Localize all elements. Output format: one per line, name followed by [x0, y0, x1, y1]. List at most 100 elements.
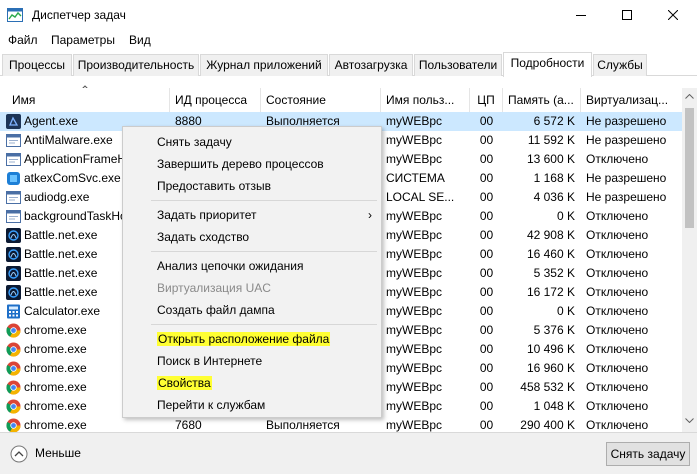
cell-mem: 290 400 K: [520, 418, 575, 432]
cell-mem: 1 048 K: [533, 399, 575, 413]
tab-details[interactable]: Подробности: [503, 52, 592, 77]
table-row[interactable]: chrome.exe 7680 Выполняется myWEBpc 00 290 40…: [0, 416, 682, 432]
process-window-icon: [6, 134, 21, 147]
window-title: Диспетчер задач: [32, 8, 126, 22]
menu-item-end-process-tree[interactable]: Завершить дерево процессов: [157, 155, 324, 173]
menu-options[interactable]: Параметры: [51, 33, 115, 47]
menu-item-label: Создать файл дампа: [157, 303, 275, 317]
scroll-down-icon[interactable]: [685, 418, 694, 423]
menu-item-label: Задать сходство: [157, 230, 250, 244]
menu-item-uac-virtualization: Виртуализация UAC: [157, 279, 271, 297]
cell-virt: Отключено: [586, 247, 649, 261]
cell-user: myWEBpc: [386, 209, 443, 223]
vertical-scrollbar[interactable]: [682, 88, 697, 432]
menu-item-end-task[interactable]: Снять задачу: [157, 133, 232, 151]
menu-item-go-to-services[interactable]: Перейти к службам: [157, 396, 265, 414]
menu-item-create-dump[interactable]: Создать файл дампа: [157, 301, 275, 319]
cell-user: myWEBpc: [386, 380, 443, 394]
cell-mem: 458 532 K: [520, 380, 575, 394]
column-pid[interactable]: ИД процесса: [170, 88, 261, 112]
cell-virt: Отключено: [586, 418, 649, 432]
minimize-button[interactable]: [558, 0, 604, 30]
menu-item-analyze-wait-chain[interactable]: Анализ цепочки ожидания: [157, 257, 303, 275]
menu-item-properties[interactable]: Свойства: [157, 374, 212, 392]
cell-cpu: 00: [479, 266, 494, 280]
tab-startup[interactable]: Автозагрузка: [329, 54, 413, 76]
menu-item-label: Анализ цепочки ожидания: [157, 259, 304, 273]
tab-users[interactable]: Пользователи: [414, 54, 502, 76]
column-user[interactable]: Имя польз...: [381, 88, 470, 112]
cell-virt: Отключено: [586, 342, 649, 356]
tab-performance[interactable]: Производительность: [73, 54, 199, 76]
column-state[interactable]: Состояние: [261, 88, 381, 112]
column-cpu[interactable]: ЦП: [470, 88, 503, 112]
column-virtualization[interactable]: Виртуализац...: [581, 88, 682, 112]
cell-user: myWEBpc: [386, 152, 443, 166]
tab-processes[interactable]: Процессы: [2, 54, 72, 76]
context-menu: Снять задачу Завершить дерево процессов …: [122, 126, 382, 418]
maximize-icon: [622, 10, 632, 20]
menu-item-search-online[interactable]: Поиск в Интернете: [157, 352, 262, 370]
cell-mem: 11 592 K: [527, 133, 575, 147]
column-name[interactable]: Имя: [0, 88, 170, 112]
cell-user: myWEBpc: [386, 399, 443, 413]
cell-cpu: 00: [479, 133, 494, 147]
process-chrome-icon: [6, 361, 21, 376]
cell-mem: 0 K: [556, 209, 575, 223]
menu-item-open-file-location[interactable]: Открыть расположение файла: [157, 330, 331, 348]
fewer-details-link[interactable]: Меньше: [35, 446, 81, 460]
cell-cpu: 00: [479, 323, 494, 337]
task-manager-icon: [7, 8, 23, 22]
menu-item-label: Поиск в Интернете: [157, 354, 263, 368]
process-window-icon: [6, 191, 21, 204]
process-battle-icon: [6, 285, 21, 300]
tab-services[interactable]: Службы: [593, 54, 647, 76]
process-battle-icon: [6, 228, 21, 243]
menu-view[interactable]: Вид: [129, 33, 151, 47]
column-memory[interactable]: Память (а...: [503, 88, 581, 112]
menu-item-feedback[interactable]: Предоставить отзыв: [157, 177, 271, 195]
scroll-thumb[interactable]: [685, 108, 694, 228]
process-battle-icon: [6, 247, 21, 262]
maximize-button[interactable]: [604, 0, 650, 30]
scroll-up-icon[interactable]: [685, 94, 694, 99]
process-blue-icon: [7, 172, 20, 185]
cell-name: chrome.exe: [24, 418, 87, 432]
cell-user: myWEBpc: [386, 133, 443, 147]
cell-mem: 16 172 K: [526, 285, 575, 299]
menu-file[interactable]: Файл: [8, 33, 38, 47]
cell-virt: Отключено: [586, 380, 649, 394]
end-task-button[interactable]: Снять задачу: [606, 442, 690, 466]
process-dark-icon: [6, 114, 21, 129]
collapse-chevron-icon[interactable]: [10, 445, 28, 463]
close-button[interactable]: [650, 0, 696, 30]
cell-cpu: 00: [479, 342, 494, 356]
menu-item-set-affinity[interactable]: Задать сходство: [157, 228, 249, 246]
submenu-arrow-icon: ›: [368, 208, 372, 222]
tab-app-history[interactable]: Журнал приложений: [200, 54, 328, 76]
menu-item-label: Виртуализация UAC: [157, 281, 271, 295]
menu-item-label: Снять задачу: [157, 135, 232, 149]
cell-cpu: 00: [479, 171, 494, 185]
cell-user: myWEBpc: [386, 323, 443, 337]
cell-user: myWEBpc: [386, 304, 443, 318]
cell-cpu: 00: [479, 228, 494, 242]
cell-mem: 16 960 K: [526, 361, 575, 375]
cell-state: Выполняется: [266, 418, 340, 432]
cell-user: LOCAL SE...: [386, 190, 455, 204]
cell-virt: Не разрешено: [586, 190, 667, 204]
cell-cpu: 00: [479, 114, 494, 128]
minimize-icon: [576, 15, 586, 16]
cell-user: myWEBpc: [386, 418, 443, 432]
cell-mem: 13 600 K: [526, 152, 575, 166]
cell-virt: Отключено: [586, 152, 649, 166]
menu-separator: [151, 200, 377, 201]
cell-user: myWEBpc: [386, 247, 443, 261]
cell-cpu: 00: [479, 304, 494, 318]
menu-item-set-priority[interactable]: Задать приоритет ›: [157, 206, 372, 224]
cell-virt: Не разрешено: [586, 133, 667, 147]
process-chrome-icon: [6, 323, 21, 338]
cell-mem: 16 460 K: [526, 247, 575, 261]
process-battle-icon: [6, 266, 21, 281]
process-chrome-icon: [6, 342, 21, 357]
